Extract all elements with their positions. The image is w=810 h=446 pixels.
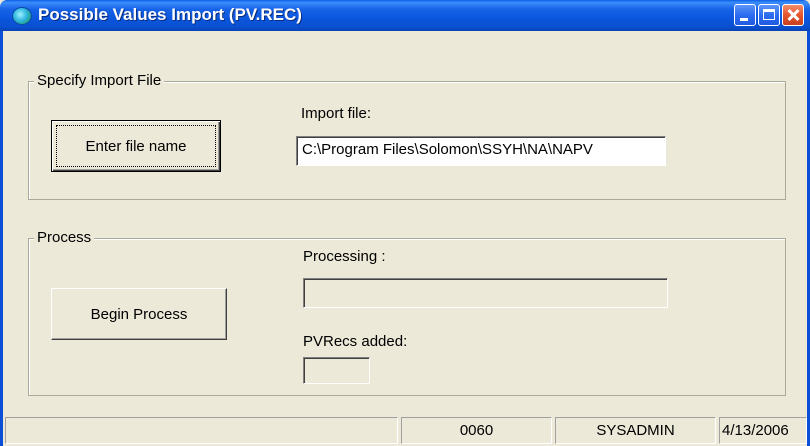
maximize-icon bbox=[763, 9, 775, 20]
app-icon[interactable] bbox=[12, 7, 32, 25]
maximize-button[interactable] bbox=[758, 4, 780, 26]
window: Possible Values Import (PV.REC) Specify … bbox=[0, 0, 810, 446]
enter-file-name-button[interactable]: Enter file name bbox=[51, 120, 221, 172]
close-icon bbox=[783, 5, 803, 25]
window-title: Possible Values Import (PV.REC) bbox=[38, 5, 302, 24]
status-panel-user: SYSADMIN bbox=[555, 417, 716, 444]
minimize-icon bbox=[740, 18, 748, 21]
pvrecs-added-label: PVRecs added: bbox=[303, 333, 408, 350]
begin-process-button[interactable]: Begin Process bbox=[51, 288, 227, 340]
status-panel-message bbox=[5, 417, 398, 444]
import-file-label: Import file: bbox=[301, 105, 372, 122]
process-group-title: Process bbox=[34, 229, 95, 246]
import-file-input[interactable]: C:\Program Files\Solomon\SSYH\NA\NAPV bbox=[296, 136, 666, 166]
begin-process-label: Begin Process bbox=[90, 305, 188, 323]
import-file-group-title: Specify Import File bbox=[34, 72, 165, 89]
minimize-button[interactable] bbox=[734, 4, 756, 26]
window-frame-left bbox=[0, 31, 3, 446]
processing-label: Processing : bbox=[303, 248, 386, 265]
status-panel-company: 0060 bbox=[401, 417, 552, 444]
title-bar[interactable]: Possible Values Import (PV.REC) bbox=[0, 0, 810, 31]
focus-ring bbox=[56, 125, 216, 167]
pvrecs-added-field bbox=[303, 357, 370, 384]
close-button[interactable] bbox=[782, 4, 804, 26]
status-bar: 0060 SYSADMIN 4/13/2006 bbox=[3, 414, 807, 446]
processing-field bbox=[303, 278, 668, 308]
status-panel-date: 4/13/2006 bbox=[719, 417, 807, 444]
